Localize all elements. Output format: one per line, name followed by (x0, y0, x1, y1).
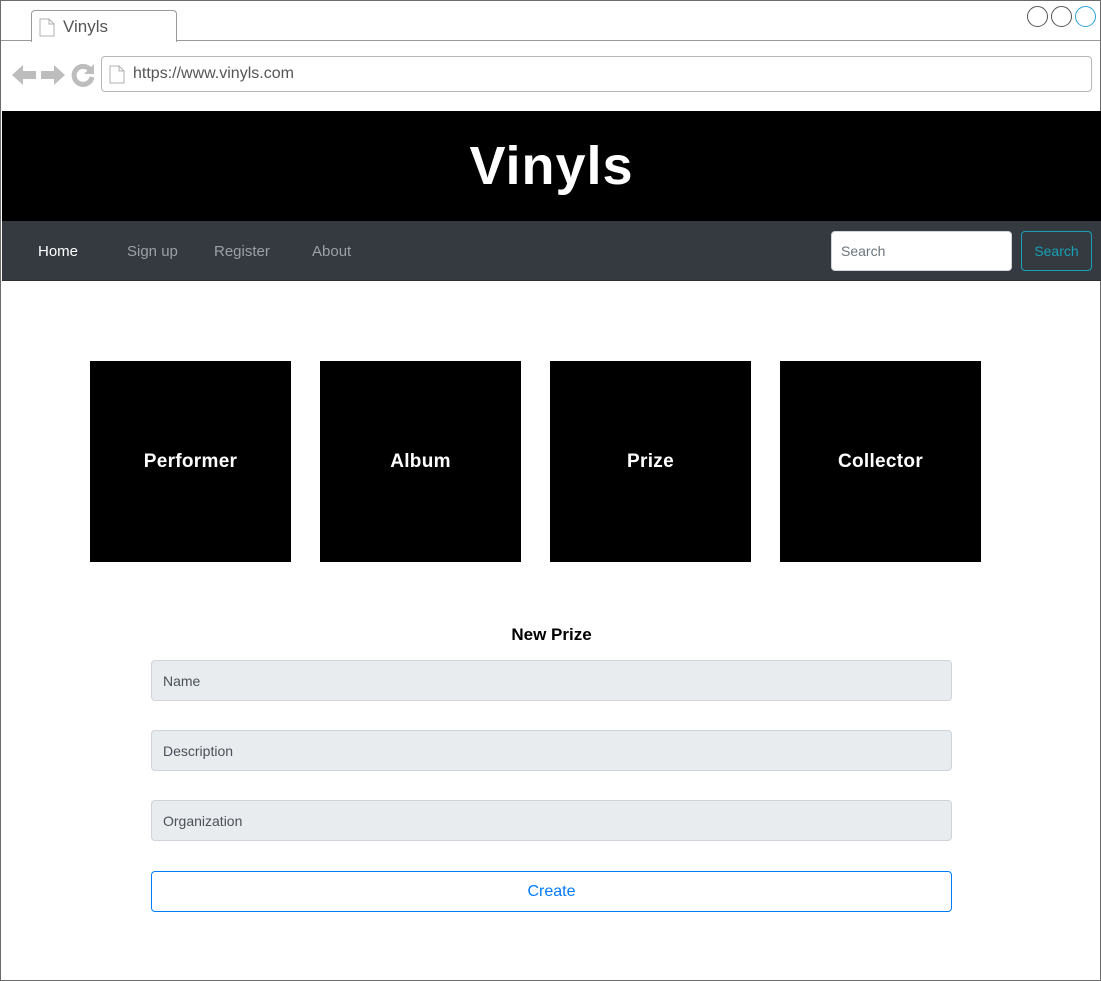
site-title: Vinyls (469, 136, 634, 196)
nav-link-sign-up[interactable]: Sign up (127, 243, 178, 260)
tile-prize[interactable]: Prize (550, 361, 751, 562)
address-row: https://www.vinyls.com (1, 42, 1100, 110)
forward-arrow-icon[interactable] (40, 62, 66, 88)
tile-collector[interactable]: Collector (780, 361, 981, 562)
nav-link-register[interactable]: Register (214, 243, 270, 260)
window-controls (1027, 6, 1096, 27)
description-field[interactable] (151, 730, 952, 771)
tile-label: Album (390, 450, 451, 472)
tab-title: Vinyls (63, 17, 109, 36)
site-header: Vinyls (2, 111, 1101, 221)
name-field[interactable] (151, 660, 952, 701)
browser-window: Vinyls https://www.vinyls.com Vinyls Hom… (0, 0, 1101, 981)
search-input[interactable] (831, 231, 1012, 271)
reload-icon[interactable] (70, 62, 96, 88)
document-icon (39, 18, 55, 37)
tile-album[interactable]: Album (320, 361, 521, 562)
tab-strip: Vinyls (1, 1, 1100, 42)
main-navbar: Home Sign up Register About Search (2, 221, 1101, 281)
document-icon (109, 65, 125, 84)
back-arrow-icon[interactable] (11, 62, 37, 88)
search-button[interactable]: Search (1021, 231, 1092, 271)
nav-link-home[interactable]: Home (38, 243, 78, 260)
form-title: New Prize (511, 625, 592, 644)
nav-link-about[interactable]: About (312, 243, 351, 260)
tile-label: Prize (627, 450, 674, 472)
url-text: https://www.vinyls.com (133, 65, 294, 82)
tile-label: Collector (837, 450, 924, 472)
tile-performer[interactable]: Performer (90, 361, 291, 562)
organization-field[interactable] (151, 800, 952, 841)
maximize-button[interactable] (1051, 6, 1072, 27)
url-bar[interactable]: https://www.vinyls.com (101, 56, 1092, 92)
create-button[interactable]: Create (151, 871, 952, 912)
tile-label: Performer (143, 450, 238, 472)
browser-tab[interactable]: Vinyls (31, 10, 177, 42)
minimize-button[interactable] (1027, 6, 1048, 27)
close-button[interactable] (1075, 6, 1096, 27)
